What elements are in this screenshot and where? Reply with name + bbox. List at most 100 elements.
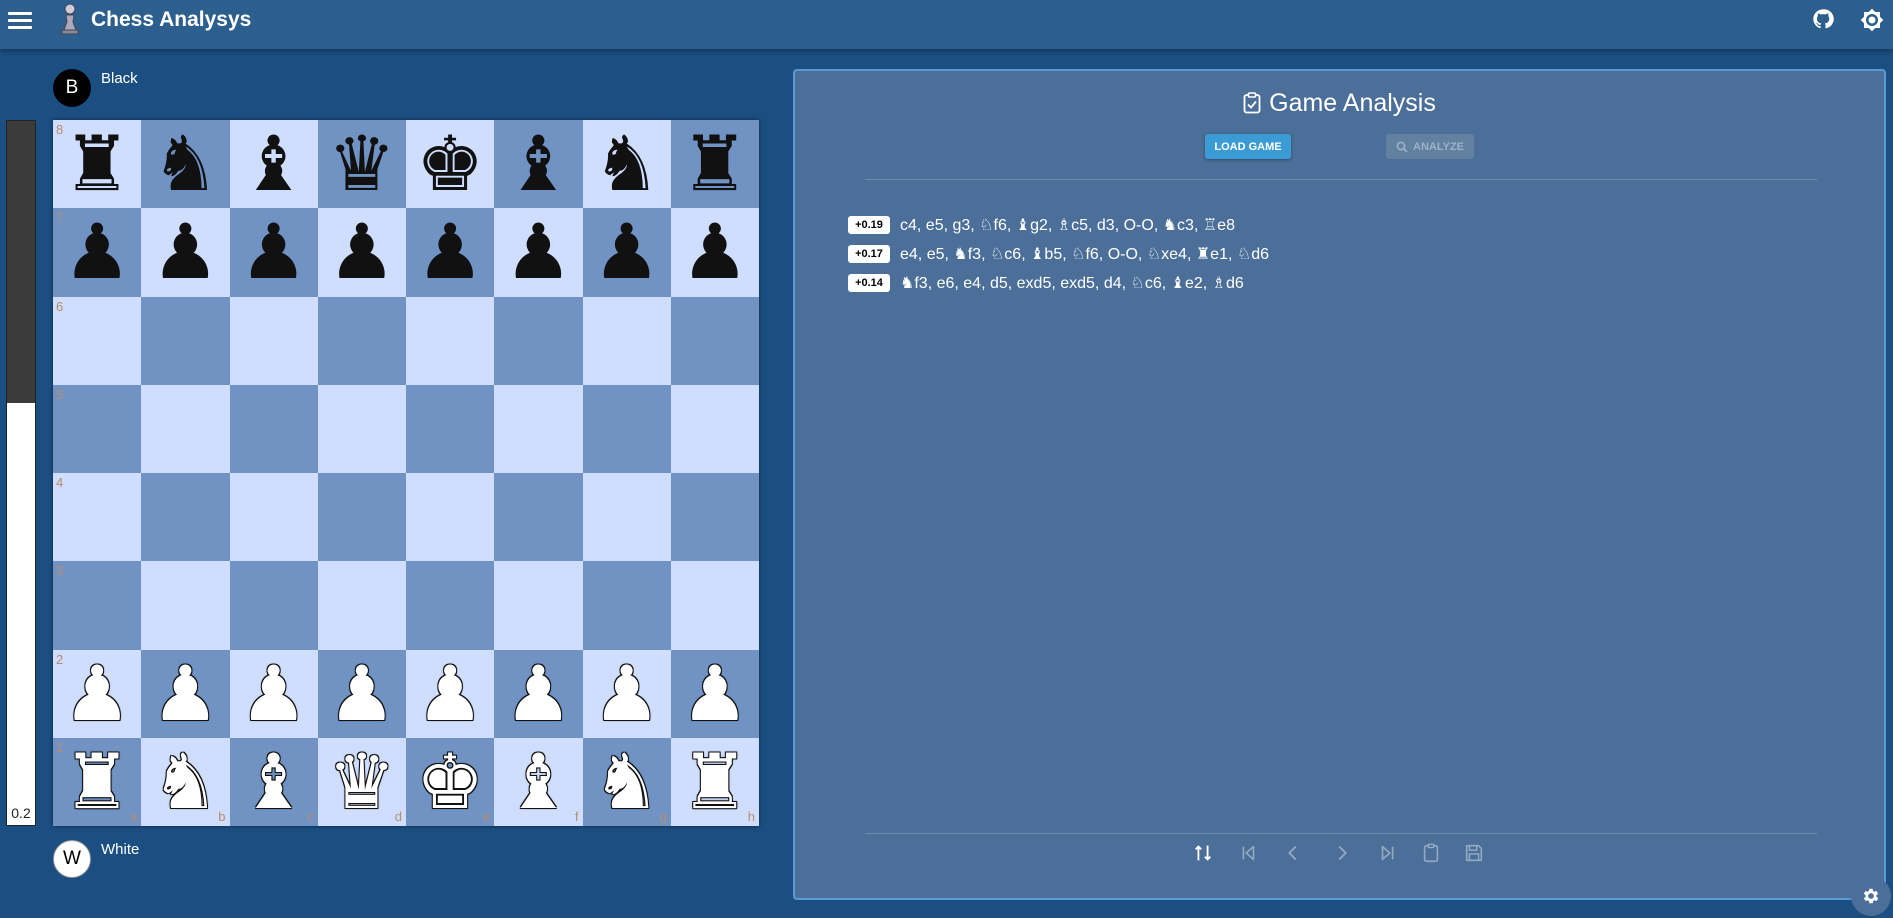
black-bishop-piece[interactable]: ♝ bbox=[240, 126, 308, 202]
square-e8[interactable]: ♚ bbox=[406, 120, 495, 209]
black-pawn-piece[interactable]: ♟ bbox=[63, 214, 131, 290]
analysis-line[interactable]: +0.19 c4, e5, g3, ♘f6, ♝g2, ♗c5, d3, O-O… bbox=[848, 214, 1235, 236]
black-pawn-piece[interactable]: ♟ bbox=[240, 214, 308, 290]
square-g4[interactable] bbox=[582, 473, 671, 562]
square-d4[interactable] bbox=[317, 473, 406, 562]
white-pawn-piece[interactable]: ♟ bbox=[151, 655, 219, 732]
square-g5[interactable] bbox=[582, 384, 671, 473]
black-knight-piece[interactable]: ♞ bbox=[151, 126, 219, 202]
square-h8[interactable]: ♜ bbox=[670, 120, 759, 209]
square-e3[interactable] bbox=[406, 561, 495, 650]
black-bishop-piece[interactable]: ♝ bbox=[504, 126, 572, 202]
last-move-icon[interactable] bbox=[1376, 841, 1400, 865]
square-a3[interactable]: 3 bbox=[53, 561, 142, 650]
square-b7[interactable]: ♟ bbox=[141, 208, 230, 297]
square-f8[interactable]: ♝ bbox=[494, 120, 583, 209]
black-knight-piece[interactable]: ♞ bbox=[593, 126, 661, 202]
white-rook-piece[interactable]: ♜ bbox=[63, 743, 131, 820]
square-e4[interactable] bbox=[406, 473, 495, 562]
flip-board-icon[interactable] bbox=[1191, 841, 1215, 865]
square-b3[interactable] bbox=[141, 561, 230, 650]
square-b6[interactable] bbox=[141, 296, 230, 385]
square-h2[interactable]: ♟ bbox=[670, 649, 759, 738]
square-h4[interactable] bbox=[670, 473, 759, 562]
white-knight-piece[interactable]: ♞ bbox=[151, 743, 219, 820]
black-pawn-piece[interactable]: ♟ bbox=[151, 214, 219, 290]
menu-icon[interactable] bbox=[8, 8, 32, 32]
square-b5[interactable] bbox=[141, 384, 230, 473]
black-pawn-piece[interactable]: ♟ bbox=[593, 214, 661, 290]
white-king-piece[interactable]: ♚ bbox=[416, 743, 484, 820]
white-bishop-piece[interactable]: ♝ bbox=[240, 743, 308, 820]
square-a1[interactable]: 1 a ♜ bbox=[53, 737, 142, 826]
square-f3[interactable] bbox=[494, 561, 583, 650]
white-pawn-piece[interactable]: ♟ bbox=[63, 655, 131, 732]
square-h7[interactable]: ♟ bbox=[670, 208, 759, 297]
white-pawn-piece[interactable]: ♟ bbox=[504, 655, 572, 732]
square-f6[interactable] bbox=[494, 296, 583, 385]
load-game-button[interactable]: LOAD GAME bbox=[1205, 134, 1291, 159]
square-g3[interactable] bbox=[582, 561, 671, 650]
square-a7[interactable]: 7 ♟ bbox=[53, 208, 142, 297]
square-f1[interactable]: f ♝ bbox=[494, 737, 583, 826]
square-h6[interactable] bbox=[670, 296, 759, 385]
square-e1[interactable]: e ♚ bbox=[406, 737, 495, 826]
black-king-piece[interactable]: ♚ bbox=[416, 126, 484, 202]
square-d7[interactable]: ♟ bbox=[317, 208, 406, 297]
square-e5[interactable] bbox=[406, 384, 495, 473]
square-f2[interactable]: ♟ bbox=[494, 649, 583, 738]
brightness-icon[interactable] bbox=[1860, 8, 1884, 32]
clipboard-icon[interactable] bbox=[1419, 841, 1443, 865]
square-c2[interactable]: ♟ bbox=[229, 649, 318, 738]
black-pawn-piece[interactable]: ♟ bbox=[416, 214, 484, 290]
square-a8[interactable]: 8 ♜ bbox=[53, 120, 142, 209]
square-a6[interactable]: 6 bbox=[53, 296, 142, 385]
white-queen-piece[interactable]: ♛ bbox=[328, 743, 396, 820]
first-move-icon[interactable] bbox=[1236, 841, 1260, 865]
square-d1[interactable]: d ♛ bbox=[317, 737, 406, 826]
white-pawn-piece[interactable]: ♟ bbox=[416, 655, 484, 732]
square-b8[interactable]: ♞ bbox=[141, 120, 230, 209]
github-icon[interactable] bbox=[1812, 8, 1834, 30]
square-g7[interactable]: ♟ bbox=[582, 208, 671, 297]
square-e7[interactable]: ♟ bbox=[406, 208, 495, 297]
white-pawn-piece[interactable]: ♟ bbox=[240, 655, 308, 732]
square-b2[interactable]: ♟ bbox=[141, 649, 230, 738]
square-h3[interactable] bbox=[670, 561, 759, 650]
save-icon[interactable] bbox=[1462, 841, 1486, 865]
square-g6[interactable] bbox=[582, 296, 671, 385]
square-f5[interactable] bbox=[494, 384, 583, 473]
white-pawn-piece[interactable]: ♟ bbox=[681, 655, 749, 732]
white-pawn-piece[interactable]: ♟ bbox=[593, 655, 661, 732]
black-pawn-piece[interactable]: ♟ bbox=[328, 214, 396, 290]
black-pawn-piece[interactable]: ♟ bbox=[504, 214, 572, 290]
square-d5[interactable] bbox=[317, 384, 406, 473]
square-g2[interactable]: ♟ bbox=[582, 649, 671, 738]
square-c4[interactable] bbox=[229, 473, 318, 562]
white-rook-piece[interactable]: ♜ bbox=[681, 743, 749, 820]
analyze-button[interactable]: ANALYZE bbox=[1386, 134, 1474, 159]
square-c7[interactable]: ♟ bbox=[229, 208, 318, 297]
square-h5[interactable] bbox=[670, 384, 759, 473]
square-a4[interactable]: 4 bbox=[53, 473, 142, 562]
black-queen-piece[interactable]: ♛ bbox=[328, 126, 396, 202]
square-a5[interactable]: 5 bbox=[53, 384, 142, 473]
next-move-icon[interactable] bbox=[1330, 841, 1354, 865]
square-c8[interactable]: ♝ bbox=[229, 120, 318, 209]
square-a2[interactable]: 2 ♟ bbox=[53, 649, 142, 738]
black-rook-piece[interactable]: ♜ bbox=[63, 126, 131, 202]
black-rook-piece[interactable]: ♜ bbox=[681, 126, 749, 202]
chess-board[interactable]: 8 ♜ ♞ ♝ ♛ ♚ ♝ ♞ ♜ 7 ♟ ♟ ♟ ♟ ♟ ♟ ♟ ♟ 6 5 4 3 2 ♟ ♟ ♟ ♟ ♟ ♟ ♟ ♟ 1 a ♜ b ♞ c ♝ d ♛… bbox=[53, 120, 759, 826]
square-d6[interactable] bbox=[317, 296, 406, 385]
white-knight-piece[interactable]: ♞ bbox=[593, 743, 661, 820]
square-e2[interactable]: ♟ bbox=[406, 649, 495, 738]
square-h1[interactable]: h ♜ bbox=[670, 737, 759, 826]
white-bishop-piece[interactable]: ♝ bbox=[504, 743, 572, 820]
square-c1[interactable]: c ♝ bbox=[229, 737, 318, 826]
square-f7[interactable]: ♟ bbox=[494, 208, 583, 297]
square-e6[interactable] bbox=[406, 296, 495, 385]
square-d8[interactable]: ♛ bbox=[317, 120, 406, 209]
analysis-line[interactable]: +0.14 ♞f3, e6, e4, d5, exd5, exd5, d4, ♘… bbox=[848, 272, 1244, 294]
white-pawn-piece[interactable]: ♟ bbox=[328, 655, 396, 732]
square-f4[interactable] bbox=[494, 473, 583, 562]
